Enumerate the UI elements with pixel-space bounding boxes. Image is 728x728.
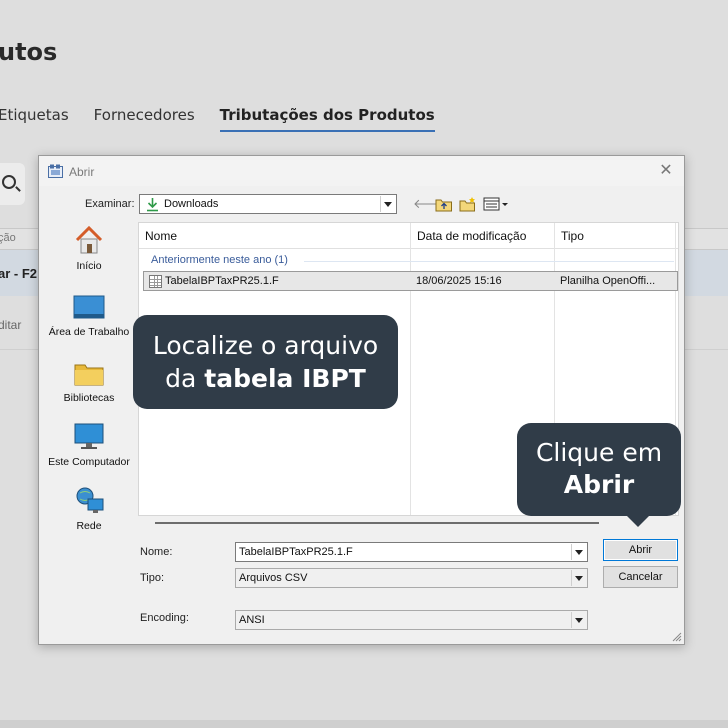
home-icon [75, 225, 103, 254]
chevron-down-icon [571, 612, 586, 628]
column-type[interactable]: Tipo [561, 229, 584, 243]
status-bar [0, 720, 728, 728]
tab-tributacoes[interactable]: Tributações dos Produtos [219, 106, 435, 132]
new-folder-icon[interactable] [459, 196, 477, 212]
folder-up-icon[interactable] [435, 196, 453, 212]
place-label: Rede [76, 520, 102, 532]
callout-bold-text: Abrir [563, 470, 635, 499]
file-name: TabelaIBPTaxPR25.1.F [165, 275, 279, 287]
edit-action[interactable]: ditar [0, 318, 21, 332]
file-type: Planilha OpenOffi... [560, 275, 656, 287]
file-name-input[interactable]: TabelaIBPTaxPR25.1.F [235, 542, 588, 562]
search-icon [2, 175, 16, 189]
download-icon [147, 198, 158, 212]
place-area-de-trabalho[interactable]: Área de Trabalho [41, 294, 137, 338]
file-name-label: Nome: [140, 546, 173, 558]
libraries-icon [74, 364, 104, 386]
table-row-label: ar - F2 [0, 266, 38, 281]
chevron-down-icon [571, 570, 586, 586]
place-label: Início [76, 260, 102, 272]
desktop-icon [73, 295, 105, 319]
open-button[interactable]: Abrir [603, 539, 678, 561]
column-name[interactable]: Nome [145, 229, 177, 243]
resize-grip-icon[interactable] [672, 632, 682, 642]
encoding-label: Encoding: [140, 612, 189, 624]
callout-text: Clique em [535, 438, 663, 467]
view-menu-icon[interactable] [483, 196, 509, 212]
back-arrow-icon[interactable]: 🡐 [413, 196, 448, 212]
look-in-value: Downloads [164, 198, 219, 210]
place-label: Bibliotecas [63, 392, 115, 404]
file-type-select[interactable]: Arquivos CSV [235, 568, 588, 588]
callout-click-open: Clique em Abrir [517, 423, 681, 516]
chevron-down-icon[interactable] [571, 544, 586, 560]
place-label: Este Computador [48, 456, 130, 468]
place-inicio[interactable]: Início [41, 224, 137, 272]
tab-bar: Etiquetas Fornecedores Tributações dos P… [0, 106, 460, 132]
file-list-header: Nome Data de modificação Tipo [139, 223, 678, 249]
place-este-computador[interactable]: Este Computador [41, 422, 137, 468]
network-icon [76, 487, 104, 513]
dialog-title: Abrir [69, 165, 95, 179]
close-icon[interactable]: ✕ [656, 161, 676, 181]
file-row[interactable]: TabelaIBPTaxPR25.1.F 18/06/2025 15:16 Pl… [143, 271, 678, 291]
encoding-value: ANSI [239, 614, 265, 626]
callout-bold-text: Abrir [517, 469, 681, 501]
dialog-titlebar: Abrir ✕ [39, 156, 684, 186]
table-column-header: ção [0, 232, 16, 244]
file-name-value: TabelaIBPTaxPR25.1.F [239, 546, 353, 558]
callout-pointer [624, 513, 652, 527]
place-rede[interactable]: Rede [41, 486, 137, 532]
group-header[interactable]: Anteriormente neste ano (1) [151, 254, 288, 266]
file-type-label: Tipo: [140, 572, 165, 584]
callout-text: da [165, 364, 205, 393]
computer-icon [74, 423, 104, 449]
spreadsheet-file-icon [149, 275, 162, 288]
tab-etiquetas[interactable]: Etiquetas [0, 106, 69, 132]
group-divider [304, 261, 674, 262]
chevron-down-icon [380, 196, 395, 212]
place-label: Área de Trabalho [48, 326, 130, 338]
callout-bold-text: tabela IBPT [204, 364, 366, 393]
horizontal-scrollbar[interactable] [155, 522, 599, 524]
file-type-value: Arquivos CSV [239, 572, 308, 584]
column-divider [410, 223, 411, 515]
file-modified: 18/06/2025 15:16 [416, 275, 502, 287]
column-modified[interactable]: Data de modificação [417, 229, 526, 243]
encoding-select[interactable]: ANSI [235, 610, 588, 630]
callout-locate-file: Localize o arquivo da tabela IBPT [133, 315, 398, 409]
page-title: utos [0, 38, 58, 66]
tab-fornecedores[interactable]: Fornecedores [94, 106, 195, 132]
callout-text: Localize o arquivo [152, 331, 379, 360]
look-in-select[interactable]: Downloads [139, 194, 397, 214]
look-in-label: Examinar: [85, 198, 135, 210]
callout-text: da tabela IBPT [133, 362, 398, 395]
app-icon [48, 164, 63, 178]
place-bibliotecas[interactable]: Bibliotecas [41, 360, 137, 404]
cancel-button[interactable]: Cancelar [603, 566, 678, 588]
